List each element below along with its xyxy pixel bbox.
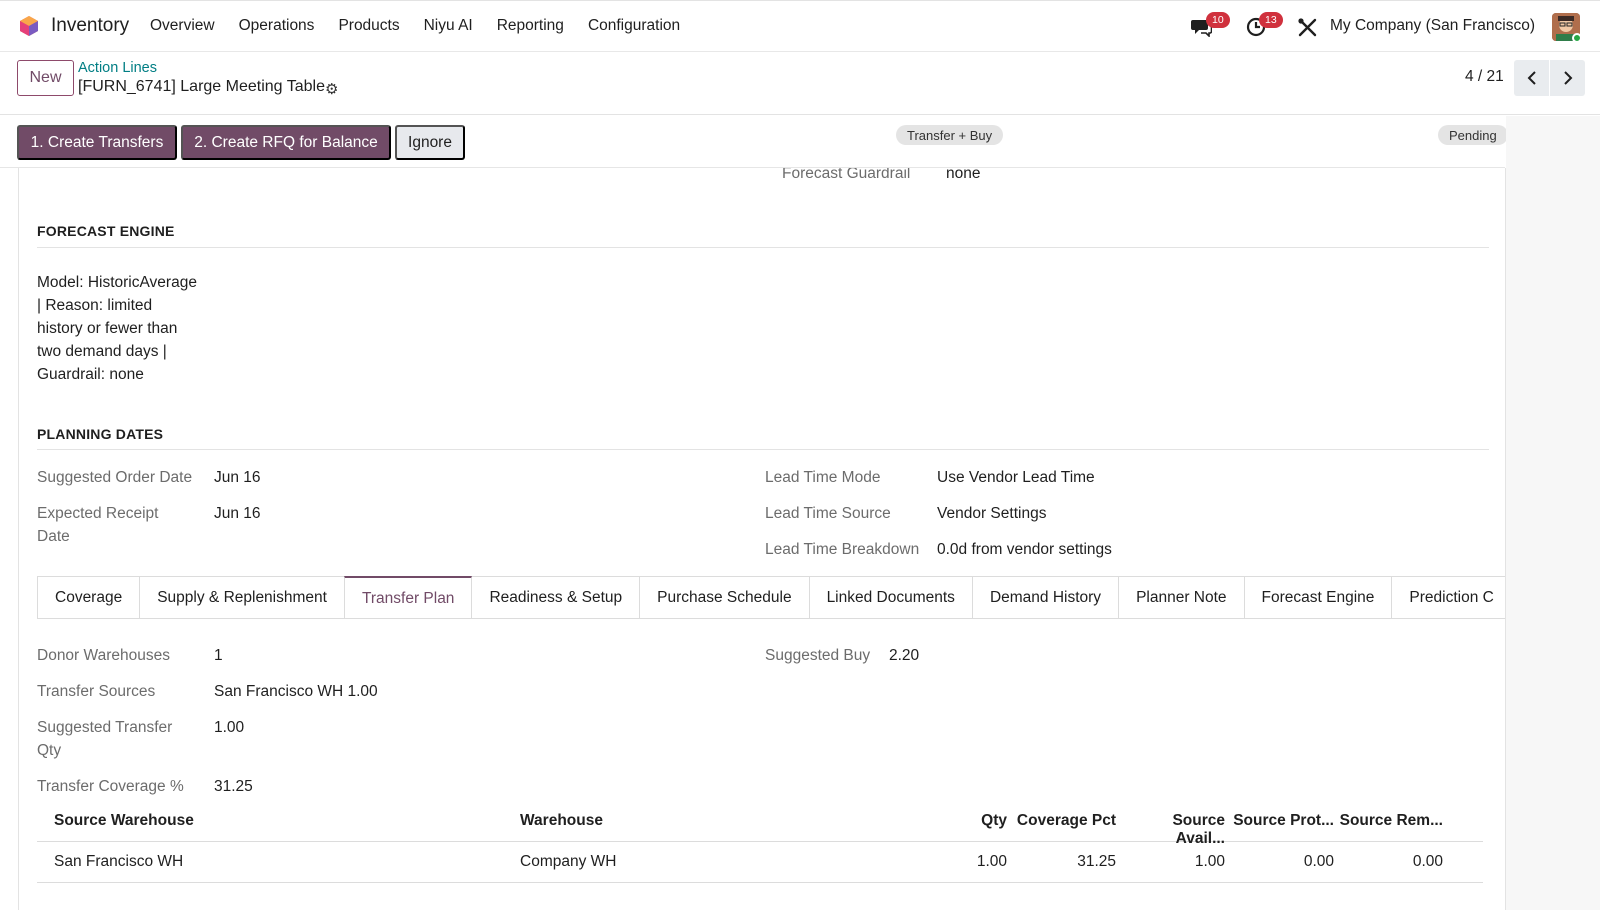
col-source-remaining[interactable]: Source Rem... — [1337, 812, 1443, 830]
lead-time-mode-value[interactable]: Use Vendor Lead Time — [937, 467, 1095, 489]
online-status-dot — [1572, 33, 1582, 43]
forecast-engine-line: two demand days | — [37, 343, 167, 360]
suggested-transfer-qty-value: 1.00 — [214, 719, 245, 736]
tab-supply-replenishment[interactable]: Supply & Replenishment — [139, 576, 345, 618]
create-transfers-button[interactable]: 1. Create Transfers — [17, 125, 177, 160]
expected-receipt-date-label: Expected Receipt — [37, 505, 159, 522]
forecast-engine-line: Guardrail: none — [37, 366, 144, 383]
cell-warehouse: Company WH — [520, 853, 617, 870]
cell-source-protected: 0.00 — [1303, 853, 1334, 870]
suggested-transfer-qty-label-cont: Qty — [37, 742, 62, 759]
lead-time-mode-label: Lead Time Mode — [765, 469, 881, 486]
lead-time-breakdown-label: Lead Time Breakdown — [765, 541, 920, 558]
tab-readiness-setup[interactable]: Readiness & Setup — [471, 576, 641, 618]
tab-linked-documents[interactable]: Linked Documents — [808, 576, 973, 618]
forecast-guardrail-value: none — [946, 168, 981, 182]
control-panel: New Action Lines [FURN_6741] Large Meeti… — [0, 53, 1600, 115]
col-warehouse[interactable]: Warehouse — [520, 812, 603, 830]
pager-value[interactable]: 4 / 21 — [1465, 68, 1504, 86]
transfer-sources-label: Transfer Sources — [37, 683, 156, 700]
forecast-engine-line: Model: HistoricAverage — [37, 274, 197, 291]
forecast-engine-title: FORECAST ENGINE — [37, 223, 175, 239]
cell-source-remaining: 0.00 — [1412, 853, 1443, 870]
suggested-order-date-label: Suggested Order Date — [37, 469, 193, 486]
lead-time-breakdown-value: 0.0d from vendor settings — [937, 541, 1112, 558]
section-divider — [37, 247, 1489, 248]
lead-time-source-value: Vendor Settings — [937, 505, 1047, 522]
forecast-engine-line: history or fewer than — [37, 320, 178, 337]
col-source-protected[interactable]: Source Prot... — [1229, 812, 1334, 830]
cell-coverage-pct: 31.25 — [1077, 853, 1116, 870]
right-gutter — [1506, 116, 1600, 910]
suggested-transfer-qty-label: Suggested Transfer — [37, 719, 173, 736]
tab-transfer-plan[interactable]: Transfer Plan — [343, 576, 473, 618]
col-coverage-pct[interactable]: Coverage Pct — [1011, 812, 1116, 830]
new-button[interactable]: New — [17, 60, 74, 96]
tools-icon[interactable] — [1297, 17, 1319, 37]
tab-demand-history[interactable]: Demand History — [971, 576, 1120, 618]
notebook-tabs: Coverage Supply & Replenishment Transfer… — [37, 576, 1505, 619]
main-menu: Overview Operations Products Niyu AI Rep… — [150, 17, 704, 35]
messages-badge: 10 — [1206, 12, 1230, 28]
suggested-order-date-value[interactable]: Jun 16 — [214, 467, 261, 489]
tab-purchase-schedule[interactable]: Purchase Schedule — [639, 576, 810, 618]
col-source-warehouse[interactable]: Source Warehouse — [54, 812, 194, 830]
tab-planner-note[interactable]: Planner Note — [1118, 576, 1245, 618]
transfer-coverage-value: 31.25 — [214, 778, 253, 795]
gear-icon[interactable]: ⚙ — [325, 80, 338, 98]
top-navbar: Inventory Overview Operations Products N… — [0, 0, 1600, 52]
col-qty[interactable]: Qty — [937, 812, 1007, 830]
donor-warehouses-label: Donor Warehouses — [37, 647, 170, 664]
table-header: Source Warehouse Warehouse Qty Coverage … — [37, 801, 1483, 847]
cell-source-available: 1.00 — [1194, 853, 1225, 870]
transfer-lines-table: Source Warehouse Warehouse Qty Coverage … — [37, 801, 1483, 883]
menu-products[interactable]: Products — [338, 17, 399, 35]
menu-operations[interactable]: Operations — [239, 17, 315, 35]
tab-prediction[interactable]: Prediction C — [1391, 576, 1505, 618]
inventory-app-icon[interactable] — [18, 15, 40, 37]
company-switcher[interactable]: My Company (San Francisco) — [1330, 17, 1535, 35]
form-sheet: Forecast Guardrail none FORECAST ENGINE … — [18, 168, 1506, 910]
chevron-right-icon — [1563, 71, 1572, 85]
table-row[interactable]: San Francisco WH Company WH 1.00 31.25 1… — [37, 842, 1483, 883]
breadcrumb-action-lines[interactable]: Action Lines — [78, 60, 157, 76]
tab-forecast-engine[interactable]: Forecast Engine — [1243, 576, 1393, 618]
forecast-guardrail-label: Forecast Guardrail — [782, 168, 911, 182]
cell-source-warehouse: San Francisco WH — [54, 853, 184, 870]
pager-previous-button[interactable] — [1514, 60, 1549, 96]
app-name[interactable]: Inventory — [51, 15, 129, 37]
menu-overview[interactable]: Overview — [150, 17, 215, 35]
pager-next-button[interactable] — [1550, 60, 1585, 96]
chevron-left-icon — [1527, 71, 1536, 85]
menu-reporting[interactable]: Reporting — [497, 17, 564, 35]
ignore-button[interactable]: Ignore — [395, 125, 465, 160]
planning-dates-title: PLANNING DATES — [37, 426, 164, 442]
record-title: [FURN_6741] Large Meeting Table — [78, 78, 325, 95]
transfer-sources-value: San Francisco WH 1.00 — [214, 683, 378, 700]
forecast-engine-line: | Reason: limited — [37, 297, 153, 314]
transfer-coverage-label: Transfer Coverage % — [37, 778, 184, 795]
menu-niyu-ai[interactable]: Niyu AI — [424, 17, 473, 35]
status-badge: Pending — [1438, 125, 1508, 145]
expected-receipt-date-label-cont: Date — [37, 528, 70, 545]
expected-receipt-date-value[interactable]: Jun 16 — [214, 503, 261, 525]
form-statusbar: 1. Create Transfers 2. Create RFQ for Ba… — [0, 116, 1508, 168]
create-rfq-button[interactable]: 2. Create RFQ for Balance — [181, 125, 391, 160]
lead-time-source-label: Lead Time Source — [765, 505, 891, 522]
action-type-badge: Transfer + Buy — [896, 125, 1004, 145]
activities-badge: 13 — [1259, 12, 1283, 28]
donor-warehouses-value: 1 — [214, 647, 223, 664]
suggested-buy-value: 2.20 — [889, 647, 920, 664]
section-divider — [37, 449, 1489, 450]
tab-coverage[interactable]: Coverage — [37, 576, 141, 618]
menu-configuration[interactable]: Configuration — [588, 17, 680, 35]
cell-qty: 1.00 — [976, 853, 1007, 870]
suggested-buy-label: Suggested Buy — [765, 647, 871, 664]
